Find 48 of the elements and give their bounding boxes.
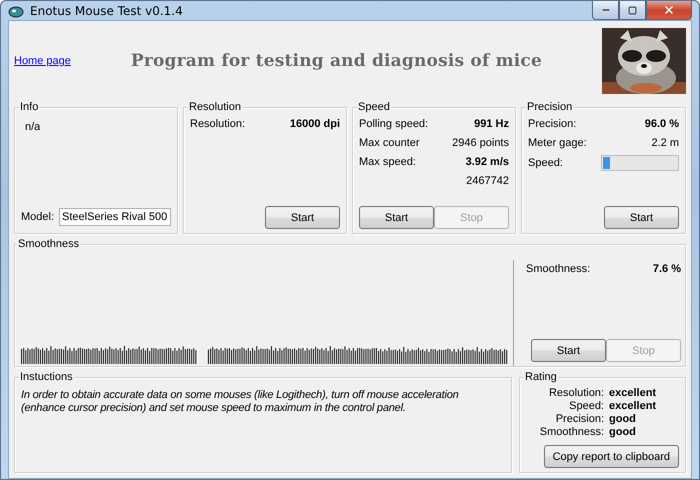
rating-label: Smoothness: — [538, 426, 604, 439]
field-value: 16000 dpi — [290, 118, 340, 130]
program-heading: Program for testing and diagnosis of mice — [130, 51, 543, 71]
field-label: Polling speed: — [359, 118, 428, 130]
start-button[interactable]: Start — [265, 206, 340, 229]
field-label: Model: — [21, 211, 54, 223]
window-title: Enotus Mouse Test v0.1.4 — [30, 4, 184, 18]
rating-label: Precision: — [554, 413, 604, 426]
field-value: 96.0 % — [644, 118, 679, 130]
group-title: Precision — [526, 101, 574, 113]
maximize-button[interactable] — [619, 1, 646, 20]
start-button[interactable]: Start — [531, 339, 606, 362]
info-text: n/a — [24, 121, 42, 133]
rating-value: good — [609, 426, 637, 439]
field-label: Meter gage: — [528, 136, 587, 148]
field-value: 2946 points — [452, 136, 509, 148]
group-title: Rating — [524, 371, 558, 383]
group-title: Instuctions — [19, 371, 74, 383]
group-title: Speed — [357, 101, 391, 113]
model-field[interactable]: SteelSeries Rival 500 — [59, 208, 172, 226]
field-label: Speed: — [528, 157, 563, 169]
field-label: Precision: — [528, 118, 576, 130]
start-button[interactable]: Start — [359, 206, 434, 229]
instructions-text: In order to obtain accurate data on some mouses (like Logithech), turn off mouse acceleration (enhance cursor precision) and set mouse speed to maximum in the control panel. — [21, 389, 460, 415]
copy-report-button[interactable]: Copy report to clipboard — [544, 445, 679, 468]
field-label: Resolution: — [190, 118, 246, 130]
field-value: 991 Hz — [474, 118, 509, 130]
minimize-button[interactable] — [592, 1, 619, 20]
group-title: Smoothness — [17, 238, 80, 250]
home-page-link[interactable]: Home page — [14, 55, 71, 67]
field-value: 2.2 m — [651, 136, 679, 148]
start-button[interactable]: Start — [604, 206, 679, 229]
field-value: 2467742 — [466, 174, 509, 186]
field-label: Max speed: — [359, 156, 416, 168]
field-value: 7.6 % — [652, 262, 681, 274]
rating-value: good — [609, 413, 637, 426]
group-title: Info — [19, 101, 40, 113]
rating-value: excellent — [609, 400, 658, 413]
rating-value: excellent — [609, 387, 658, 400]
rating-label: Resolution: — [548, 387, 604, 400]
rating-label: Speed: — [568, 400, 604, 413]
group-title: Resolution — [188, 101, 242, 113]
field-label: Smoothness: — [526, 262, 590, 274]
close-button[interactable] — [646, 1, 692, 20]
maximize-icon — [628, 6, 637, 14]
field-value: 3.92 m/s — [466, 156, 509, 168]
field-label: Max counter — [359, 136, 420, 148]
close-icon — [663, 4, 675, 16]
